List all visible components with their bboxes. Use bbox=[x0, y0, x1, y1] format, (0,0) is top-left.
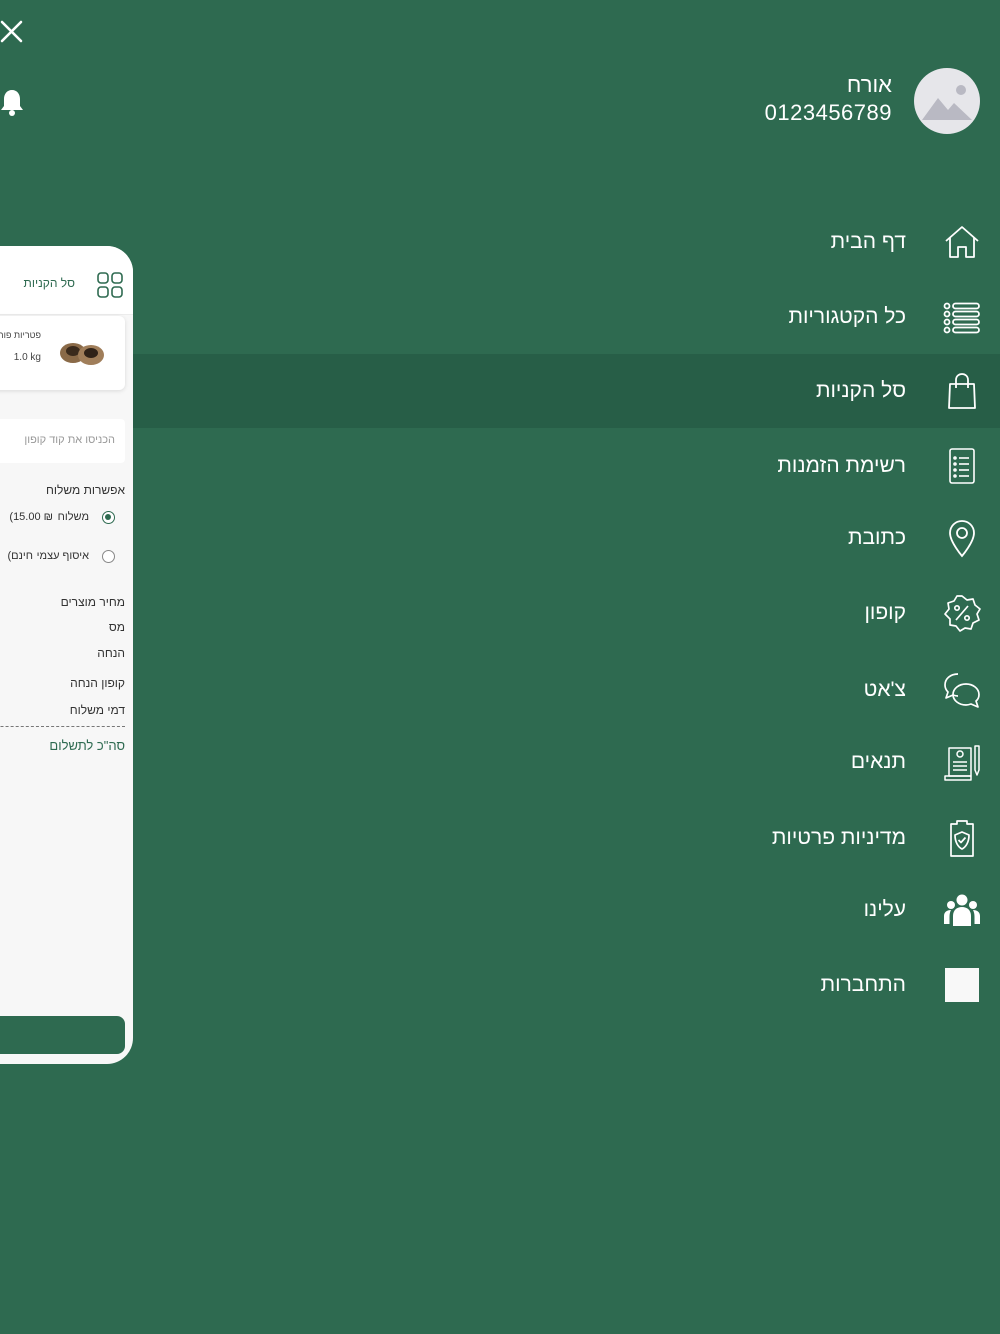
summary-tax: מס bbox=[108, 620, 125, 634]
summary-products-price: מחיר מוצרים bbox=[60, 595, 125, 609]
list-icon bbox=[943, 302, 980, 334]
shipping-option-price: (15.00 ₪ bbox=[9, 511, 53, 523]
radio-button[interactable] bbox=[102, 550, 115, 563]
menu-item-cart[interactable]: סל הקניות bbox=[133, 354, 1000, 428]
shipping-option-label: איסוף עצמי bbox=[36, 550, 89, 562]
menu-item-about[interactable]: עלינו bbox=[133, 873, 1000, 947]
menu-label: כתובת bbox=[847, 526, 906, 549]
menu-label: עלינו bbox=[863, 898, 906, 921]
image-placeholder-icon bbox=[922, 85, 972, 120]
login-icon bbox=[945, 968, 979, 1002]
product-quantity: 1.0 kg bbox=[13, 352, 41, 363]
cart-page-preview[interactable]: סל הקניות פטריות פור 1.0 kg הכניסו את קו… bbox=[0, 246, 133, 1064]
menu-label: רשימת הזמנות bbox=[777, 454, 906, 477]
privacy-shield-icon bbox=[950, 820, 974, 857]
menu-item-login[interactable]: התחברות bbox=[133, 948, 1000, 1022]
menu-item-address[interactable]: כתובת bbox=[133, 501, 1000, 575]
bell-icon bbox=[1, 90, 23, 116]
order-list-icon bbox=[949, 448, 975, 484]
shopping-bag-icon bbox=[948, 373, 976, 409]
menu-label: דף הבית bbox=[830, 230, 906, 253]
user-name: אורח bbox=[846, 72, 892, 97]
menu-item-orders[interactable]: רשימת הזמנות bbox=[133, 429, 1000, 503]
menu-label: קופון bbox=[864, 601, 906, 624]
summary-coupon-discount: קופון הנחה bbox=[70, 676, 125, 690]
user-profile: אורח 0123456789 bbox=[580, 68, 980, 136]
grid-icon[interactable] bbox=[97, 272, 123, 298]
product-name: פטריות פור bbox=[0, 330, 41, 340]
menu-item-privacy[interactable]: מדיניות פרטיות bbox=[133, 801, 1000, 875]
coupon-input[interactable]: הכניסו את קוד קופון bbox=[0, 419, 125, 463]
menu-label: צ'אט bbox=[863, 678, 906, 701]
summary-divider bbox=[0, 726, 125, 727]
menu-label: התחברות bbox=[820, 973, 906, 996]
menu-label: מדיניות פרטיות bbox=[771, 826, 906, 849]
cart-title: סל הקניות bbox=[23, 276, 75, 290]
cart-product-card[interactable]: פטריות פור 1.0 kg bbox=[0, 316, 125, 390]
menu-item-chat[interactable]: צ'אט bbox=[133, 653, 1000, 727]
chat-icon bbox=[944, 673, 980, 708]
shipping-option-delivery[interactable]: משלוח (15.00 ₪ bbox=[0, 508, 115, 528]
user-phone: 0123456789 bbox=[764, 100, 892, 125]
menu-label: תנאים bbox=[850, 750, 906, 773]
terms-icon bbox=[944, 745, 980, 781]
shipping-option-label: משלוח bbox=[57, 511, 89, 523]
summary-discount: הנחה bbox=[97, 646, 125, 660]
menu-item-coupon[interactable]: קופון bbox=[133, 576, 1000, 650]
menu-item-home[interactable]: דף הבית bbox=[133, 205, 1000, 279]
shipping-option-pickup[interactable]: איסוף עצמי (חינם bbox=[0, 547, 115, 567]
home-icon bbox=[945, 226, 979, 258]
mushroom-image bbox=[60, 343, 104, 365]
menu-label: סל הקניות bbox=[815, 379, 906, 402]
close-button[interactable] bbox=[0, 16, 28, 48]
cart-header: סל הקניות bbox=[0, 246, 133, 315]
shipping-option-price: (חינם bbox=[7, 550, 33, 562]
summary-total: סה"כ לתשלום bbox=[49, 738, 125, 753]
location-pin-icon bbox=[949, 520, 975, 558]
menu-item-terms[interactable]: תנאים bbox=[133, 725, 1000, 799]
shipping-options-title: אפשרות משלוח bbox=[45, 483, 125, 497]
team-icon bbox=[944, 894, 980, 926]
menu-label: כל הקטגוריות bbox=[788, 305, 906, 328]
avatar[interactable] bbox=[914, 68, 980, 134]
checkout-button[interactable] bbox=[0, 1016, 125, 1054]
coupon-icon bbox=[944, 595, 981, 632]
close-icon bbox=[0, 20, 23, 43]
summary-delivery-fee: דמי משלוח bbox=[69, 703, 125, 717]
notifications-button[interactable] bbox=[0, 86, 28, 118]
radio-button[interactable] bbox=[102, 511, 115, 524]
menu-item-categories[interactable]: כל הקטגוריות bbox=[133, 280, 1000, 354]
coupon-placeholder: הכניסו את קוד קופון bbox=[24, 434, 115, 446]
